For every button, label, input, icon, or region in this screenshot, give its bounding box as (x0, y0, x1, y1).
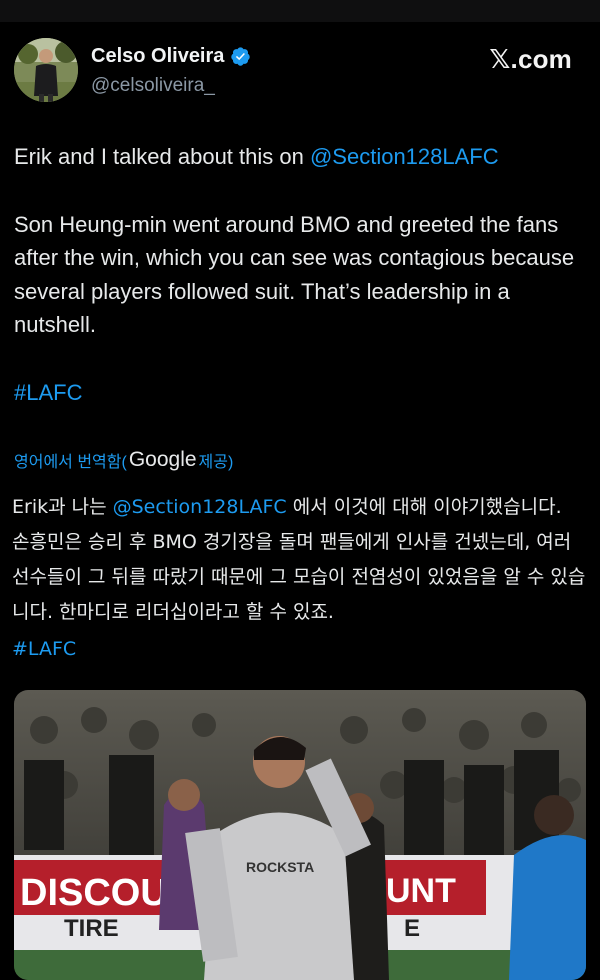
banner-left-text: DISCOU (20, 872, 168, 914)
tweet-line-1-text: Erik and I talked about this on (14, 144, 310, 169)
banner-right-text: UNT (386, 872, 456, 910)
author-name[interactable]: Celso Oliveira (91, 45, 224, 68)
x-com-logo[interactable]: 𝕏.com (489, 44, 572, 75)
avatar[interactable] (14, 38, 78, 102)
translation-label[interactable]: 영어에서 번역함(Google 제공) (14, 448, 233, 472)
translated-line-1-prefix: Erik과 나는 (12, 496, 113, 518)
translated-paragraph-2: 손흥민은 승리 후 BMO 경기장을 돌며 팬들에게 인사를 건넸는데, 여러 … (12, 531, 586, 623)
x-logo-icon: 𝕏 (489, 45, 511, 75)
translation-label-suffix: 제공) (198, 454, 234, 471)
translated-mention-link[interactable]: @Section128LAFC (113, 496, 287, 518)
avatar-photo (14, 38, 78, 102)
banner-left-sub: TIRE (64, 915, 119, 942)
translated-text: Erik과 나는 @Section128LAFC 에서 이것에 대해 이야기했습… (12, 490, 590, 667)
author-handle[interactable]: @celsoliveira_ (91, 75, 215, 97)
banner-right-sub: E (404, 915, 420, 942)
translation-label-prefix: 영어에서 번역함( (14, 454, 127, 471)
translated-line-1: Erik과 나는 @Section128LAFC 에서 이것에 대해 이야기했습… (12, 490, 590, 525)
author-name-row: Celso Oliveira (91, 45, 251, 68)
x-logo-suffix: .com (510, 44, 572, 74)
shirt-text: ROCKSTA (246, 859, 314, 875)
hashtag-link[interactable]: #LAFC (14, 380, 82, 405)
tweet-paragraph-2: Son Heung-min went around BMO and greete… (14, 211, 575, 338)
tweet-text: Erik and I talked about this on @Section… (14, 140, 589, 409)
status-bar (0, 0, 600, 22)
tweet-media-photo[interactable]: DISCOU TIRE UNT E ROCKSTA (14, 690, 586, 980)
tweet-line-1: Erik and I talked about this on @Section… (14, 140, 589, 174)
translated-line-1-suffix: 에서 이것에 대해 이야기했습니다. (286, 496, 562, 518)
google-wordmark: Google (128, 448, 197, 471)
mention-link[interactable]: @Section128LAFC (310, 144, 499, 169)
translated-hashtag-link[interactable]: #LAFC (12, 638, 76, 660)
verified-badge-icon (231, 47, 251, 66)
stadium-photo: DISCOU TIRE UNT E ROCKSTA (14, 690, 586, 980)
